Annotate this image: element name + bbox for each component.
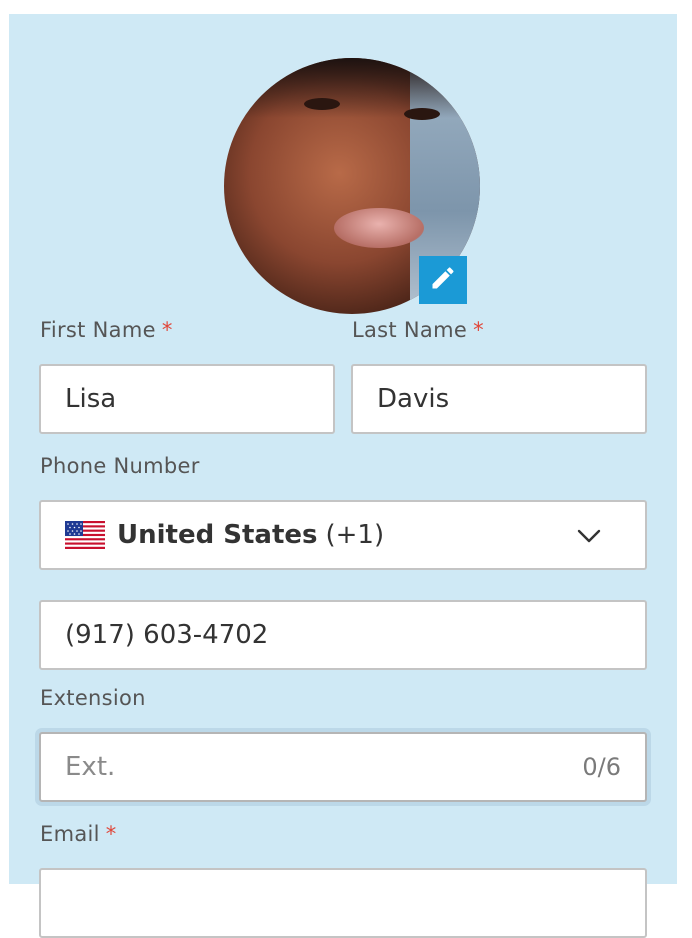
extension-char-counter: 0/6 bbox=[582, 753, 621, 781]
extension-placeholder: Ext. bbox=[65, 752, 116, 782]
avatar-container bbox=[224, 58, 480, 314]
phone-number-field[interactable]: (917) 603-4702 bbox=[39, 600, 647, 670]
pencil-icon bbox=[429, 264, 457, 296]
profile-form-panel: First Name * Lisa Last Name * Davis Phone … bbox=[9, 14, 677, 938]
email-label: Email * bbox=[40, 822, 117, 846]
phone-number-value: (917) 603-4702 bbox=[65, 620, 269, 650]
required-mark: * bbox=[161, 318, 173, 342]
required-mark: * bbox=[105, 822, 117, 846]
email-field[interactable] bbox=[39, 868, 647, 938]
first-name-label: First Name * bbox=[40, 318, 173, 342]
first-name-value: Lisa bbox=[65, 384, 117, 414]
first-name-field[interactable]: Lisa bbox=[39, 364, 335, 434]
chevron-down-icon bbox=[577, 520, 601, 550]
country-name: United States bbox=[117, 520, 318, 550]
phone-number-label: Phone Number bbox=[40, 454, 200, 478]
first-name-label-text: First Name bbox=[40, 318, 156, 342]
email-label-text: Email bbox=[40, 822, 100, 846]
country-dial-code: (+1) bbox=[325, 520, 385, 550]
last-name-value: Davis bbox=[377, 384, 450, 414]
us-flag-icon bbox=[65, 521, 105, 549]
last-name-label: Last Name * bbox=[352, 318, 484, 342]
extension-field[interactable]: Ext. 0/6 bbox=[39, 732, 647, 802]
edit-photo-button[interactable] bbox=[419, 256, 467, 304]
last-name-field[interactable]: Davis bbox=[351, 364, 647, 434]
last-name-label-text: Last Name bbox=[352, 318, 468, 342]
country-select[interactable]: United States (+1) bbox=[39, 500, 647, 570]
required-mark: * bbox=[473, 318, 484, 342]
extension-label-text: Extension bbox=[40, 686, 146, 710]
extension-label: Extension bbox=[40, 686, 146, 710]
phone-number-label-text: Phone Number bbox=[40, 454, 200, 478]
